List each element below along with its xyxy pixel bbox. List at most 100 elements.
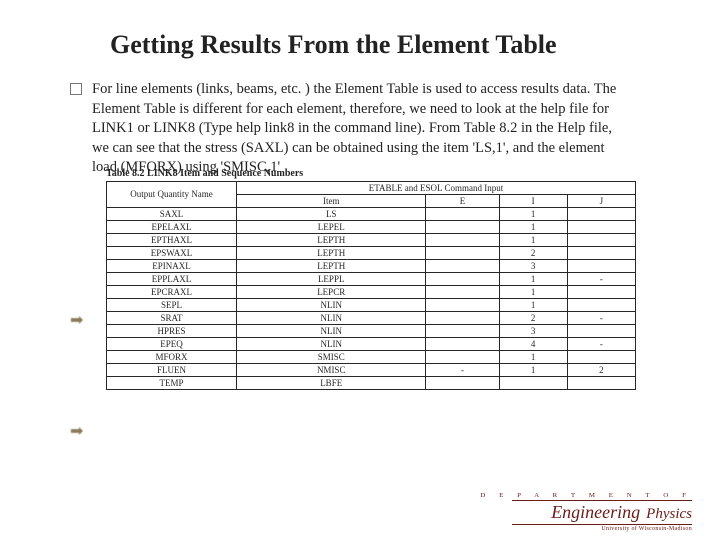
logo-physics: Physics <box>646 506 692 523</box>
cell: SRAT <box>107 311 237 324</box>
cell: 2 <box>499 311 567 324</box>
cell: HPRES <box>107 324 237 337</box>
th-command-input: ETABLE and ESOL Command Input <box>237 181 636 194</box>
dept-line: D E P A R T M E N T O F <box>480 491 692 498</box>
cell: EPELAXL <box>107 220 237 233</box>
table-row: EPEQNLIN4- <box>107 337 636 350</box>
table-row: TEMPLBFE <box>107 376 636 389</box>
table-row: EPTHAXLLEPTH1 <box>107 233 636 246</box>
divider <box>512 524 692 525</box>
cell <box>567 350 635 363</box>
divider <box>512 500 692 501</box>
body-row: For line elements (links, beams, etc. ) … <box>70 80 670 178</box>
body-text: For line elements (links, beams, etc. ) … <box>92 80 632 178</box>
cell: EPINAXL <box>107 259 237 272</box>
cell: 1 <box>499 350 567 363</box>
footer: D E P A R T M E N T O F Engineering Phys… <box>480 491 692 532</box>
cell <box>567 246 635 259</box>
table-row: EPINAXLLEPTH 3 <box>107 259 636 272</box>
cell: 1 <box>499 298 567 311</box>
table-row: HPRESNLIN 3 <box>107 324 636 337</box>
cell <box>426 246 499 259</box>
table-row: EPELAXLLEPEL 1 <box>107 220 636 233</box>
cell <box>499 376 567 389</box>
cell: SAXL <box>107 207 237 220</box>
table-row: EPSWAXLLEPTH 2 <box>107 246 636 259</box>
arrow-icon <box>70 310 83 330</box>
cell <box>567 324 635 337</box>
cell <box>426 311 499 324</box>
cell <box>426 207 499 220</box>
cell: 1 <box>499 220 567 233</box>
table-wrap: Table 8.2 LINK8 Item and Sequence Number… <box>106 168 670 390</box>
cell: LEPTH <box>237 233 426 246</box>
cell: LEPTH <box>237 246 426 259</box>
cell <box>567 259 635 272</box>
cell <box>426 285 499 298</box>
cell <box>426 337 499 350</box>
th-i: I <box>499 194 567 207</box>
link8-table: Output Quantity Name ETABLE and ESOL Com… <box>106 181 636 390</box>
th-e: E <box>426 194 499 207</box>
cell <box>567 285 635 298</box>
university-line: University of Wisconsin-Madison <box>480 526 692 532</box>
table-row: SAXLLS1 <box>107 207 636 220</box>
table-row: SRATNLIN 2- <box>107 311 636 324</box>
th-item: Item <box>237 194 426 207</box>
cell: EPPLAXL <box>107 272 237 285</box>
cell: - <box>567 311 635 324</box>
cell <box>567 376 635 389</box>
cell: 4 <box>499 337 567 350</box>
logo-line: Engineering Physics <box>480 502 692 523</box>
cell: NLIN <box>237 311 426 324</box>
cell <box>426 220 499 233</box>
cell <box>426 324 499 337</box>
cell: 1 <box>499 233 567 246</box>
cell: LEPTH <box>237 259 426 272</box>
cell: NMISC <box>237 363 426 376</box>
cell <box>567 233 635 246</box>
cell: LEPPL <box>237 272 426 285</box>
cell: 3 <box>499 324 567 337</box>
cell: 1 <box>499 207 567 220</box>
cell <box>426 298 499 311</box>
cell <box>426 376 499 389</box>
cell <box>567 207 635 220</box>
cell: NLIN <box>237 324 426 337</box>
cell: EPSWAXL <box>107 246 237 259</box>
table-row: FLUENNMISC-12 <box>107 363 636 376</box>
cell: 1 <box>499 285 567 298</box>
cell <box>426 350 499 363</box>
table-row: EPPLAXLLEPPL 1- <box>107 272 636 285</box>
cell <box>567 220 635 233</box>
cell <box>426 272 499 285</box>
cell: NLIN <box>237 298 426 311</box>
cell: SEPL <box>107 298 237 311</box>
slide-title: Getting Results From the Element Table <box>110 30 670 60</box>
th-j: J <box>567 194 635 207</box>
cell: 1 <box>499 272 567 285</box>
table-caption: Table 8.2 LINK8 Item and Sequence Number… <box>106 168 670 179</box>
bullet-icon <box>70 83 82 95</box>
table-body: SAXLLS1EPELAXLLEPEL1EPTHAXLLEPTH1EPSWAXL… <box>107 207 636 389</box>
cell: FLUEN <box>107 363 237 376</box>
cell <box>426 259 499 272</box>
cell: SMISC <box>237 350 426 363</box>
cell: 2 <box>499 246 567 259</box>
cell: LBFE <box>237 376 426 389</box>
cell: - <box>567 337 635 350</box>
cell: LEPCR <box>237 285 426 298</box>
cell <box>426 233 499 246</box>
th-output-name: Output Quantity Name <box>107 181 237 207</box>
slide: Getting Results From the Element Table F… <box>0 0 720 540</box>
cell: LEPEL <box>237 220 426 233</box>
cell: 3 <box>499 259 567 272</box>
cell: - <box>567 272 635 285</box>
cell: 1 <box>499 363 567 376</box>
logo-engineering: Engineering <box>551 502 640 523</box>
arrow-icon <box>70 421 83 441</box>
cell: TEMP <box>107 376 237 389</box>
cell: NLIN <box>237 337 426 350</box>
cell: 2 <box>567 363 635 376</box>
table-row: EPCRAXLLEPCR1 <box>107 285 636 298</box>
